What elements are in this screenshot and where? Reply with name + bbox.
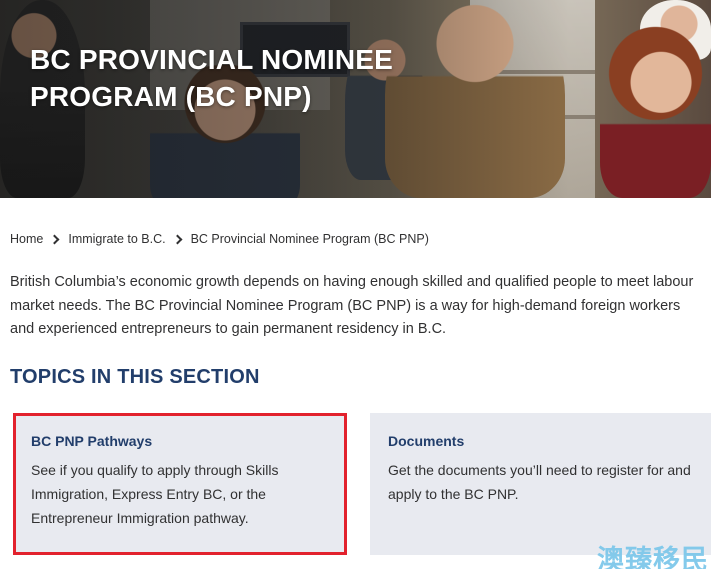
topic-card-title[interactable]: Documents (388, 433, 693, 449)
hero-banner: BC PROVINCIAL NOMINEE PROGRAM (BC PNP) (0, 0, 711, 198)
breadcrumb-current: BC Provincial Nominee Program (BC PNP) (190, 232, 429, 246)
topic-card-documents[interactable]: Documents Get the documents you’ll need … (370, 413, 711, 555)
topic-card-title[interactable]: BC PNP Pathways (31, 433, 329, 449)
breadcrumb-immigrate-link[interactable]: Immigrate to B.C. (68, 232, 165, 246)
topics-heading: TOPICS IN THIS SECTION (10, 366, 260, 388)
page-title-line-2: PROGRAM (BC PNP) (30, 81, 312, 112)
chevron-right-icon (172, 234, 183, 244)
topic-card-description: Get the documents you’ll need to registe… (388, 462, 691, 502)
chevron-right-icon (49, 234, 60, 244)
intro-paragraph: British Columbia’s economic growth depen… (10, 274, 694, 337)
breadcrumb-home-link[interactable]: Home (10, 232, 43, 246)
breadcrumb: Home Immigrate to B.C. BC Provincial Nom… (10, 230, 429, 248)
page-title-line-1: BC PROVINCIAL NOMINEE (30, 44, 394, 75)
watermark-logo: 澳臻移民 (597, 545, 709, 569)
topic-card-description: See if you qualify to apply through Skil… (31, 462, 279, 526)
page-title: BC PROVINCIAL NOMINEE PROGRAM (BC PNP) (30, 41, 470, 115)
topic-card-pathways[interactable]: BC PNP Pathways See if you qualify to ap… (13, 413, 347, 555)
